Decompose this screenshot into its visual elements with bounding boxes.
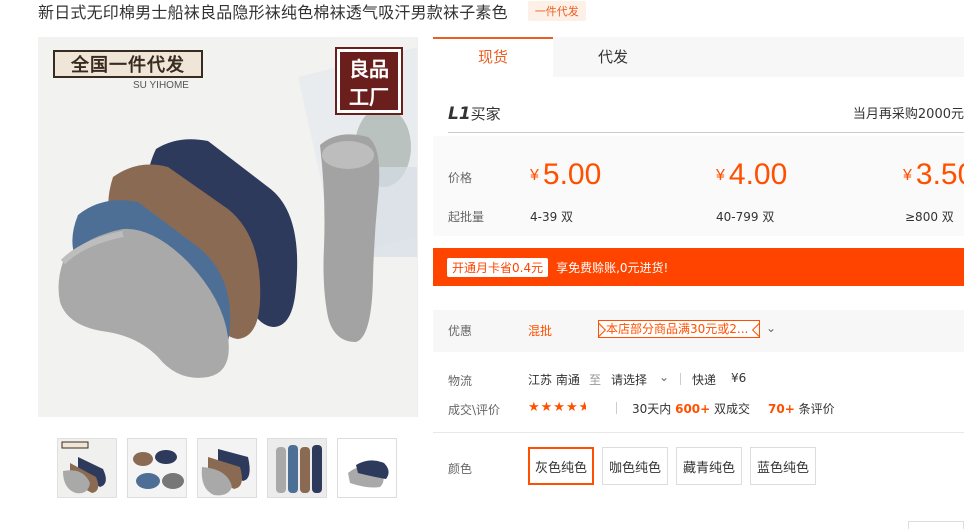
buyer-level-label: 买家 bbox=[470, 105, 501, 123]
thumbnail-image bbox=[268, 439, 326, 497]
dropship-badge: 一件代发 bbox=[527, 1, 586, 21]
thumbnail-image bbox=[338, 439, 396, 497]
thumbnail-image bbox=[58, 439, 116, 497]
review-summary[interactable]: 70+ 条评价 bbox=[768, 400, 835, 417]
open-monthly-card-button[interactable]: 开通月卡省0.4元 bbox=[447, 257, 549, 277]
divider bbox=[448, 132, 964, 133]
logo-line-2: 工厂 bbox=[349, 85, 389, 109]
currency-symbol: ¥ bbox=[903, 167, 912, 184]
thumbnail-2[interactable] bbox=[127, 438, 187, 498]
carrier: 快递 bbox=[692, 373, 717, 387]
factory-logo: 良品 工厂 bbox=[335, 47, 403, 115]
ship-to-word: 至 bbox=[589, 373, 602, 387]
price-value: 5.00 bbox=[542, 158, 602, 191]
sales-summary: 30天内 600+ 双成交 bbox=[632, 400, 750, 417]
buyer-level: L1买家 bbox=[448, 103, 501, 124]
color-option-blue[interactable]: 蓝色纯色 bbox=[750, 447, 816, 485]
buyer-level-code: L1 bbox=[448, 104, 471, 124]
currency-symbol: ¥ bbox=[716, 167, 725, 184]
divider bbox=[433, 432, 964, 433]
thumbnail-image bbox=[198, 439, 256, 497]
color-option-grey[interactable]: 灰色纯色 bbox=[528, 447, 594, 485]
shipping-fee: ¥6 bbox=[731, 371, 747, 385]
review-count: 70+ bbox=[768, 402, 795, 416]
price-value: 3.50 bbox=[915, 158, 964, 191]
sales-unit: 双成交 bbox=[714, 402, 751, 416]
reviews-label: 成交\评价 bbox=[448, 403, 501, 417]
thumbnail-4[interactable] bbox=[267, 438, 327, 498]
price-panel bbox=[433, 136, 964, 236]
membership-promo-bar[interactable]: 开通月卡省0.4元 享免费赊账,0元进货! bbox=[433, 248, 964, 286]
chevron-down-icon[interactable]: ⌄ bbox=[766, 321, 776, 335]
half-star-icon: ★ bbox=[578, 400, 586, 415]
thumbnail-3[interactable] bbox=[197, 438, 257, 498]
thumbnail-5[interactable] bbox=[337, 438, 397, 498]
sales-period: 30天内 bbox=[632, 402, 672, 416]
review-unit: 条评价 bbox=[798, 402, 835, 416]
thumbnail-strip bbox=[57, 438, 397, 498]
qty-range-3: ≥800 双 bbox=[905, 210, 954, 224]
buyer-level-row: L1买家 当月再采购2000元 bbox=[448, 103, 964, 124]
color-option-navy[interactable]: 藏青纯色 bbox=[676, 447, 742, 485]
color-option-brown[interactable]: 咖色纯色 bbox=[602, 447, 668, 485]
tab-dropship[interactable]: 代发 bbox=[553, 37, 673, 77]
main-product-image[interactable]: 全国一件代发 SU YIHOME 良品 工厂 bbox=[38, 37, 418, 417]
thumbnail-1[interactable] bbox=[57, 438, 117, 498]
coupon-tag[interactable]: 本店部分商品满30元或2... bbox=[598, 320, 760, 338]
sales-count: 600+ bbox=[675, 402, 711, 416]
quantity-stepper[interactable] bbox=[908, 521, 964, 529]
promo-text: 享免费赊账,0元进货! bbox=[556, 260, 669, 275]
mode-tabs: 现货 代发 bbox=[433, 37, 964, 77]
brand-label: 全国一件代发 bbox=[53, 50, 203, 78]
price-label: 价格 bbox=[448, 171, 473, 185]
thumbnail-image bbox=[128, 439, 186, 497]
price-value: 4.00 bbox=[728, 158, 788, 191]
logistics-label: 物流 bbox=[448, 374, 473, 388]
tab-spot-goods[interactable]: 现货 bbox=[433, 37, 553, 77]
upgrade-note: 当月再采购2000元 bbox=[852, 107, 964, 122]
divider bbox=[616, 402, 617, 414]
qty-range-1: 4-39 双 bbox=[530, 210, 574, 224]
qty-range-2: 40-799 双 bbox=[716, 210, 775, 224]
ship-from: 江苏 南通 bbox=[528, 373, 580, 387]
brand-sublabel: SU YIHOME bbox=[133, 80, 189, 91]
logo-line-1: 良品 bbox=[349, 57, 389, 81]
price-tier-2: ¥4.00 bbox=[716, 158, 787, 192]
chevron-down-icon[interactable]: ⌄ bbox=[659, 370, 669, 384]
destination-select[interactable]: 请选择 bbox=[611, 371, 647, 388]
title-row: 新日式无印棉男士船袜良品隐形袜纯色棉袜透气吸汗男款袜子素色 一件代发 bbox=[38, 0, 586, 22]
mixed-batch-tag: 混批 bbox=[528, 324, 553, 338]
currency-symbol: ¥ bbox=[530, 167, 539, 184]
star-rating: ★★★★★ bbox=[528, 400, 586, 415]
product-title: 新日式无印棉男士船袜良品隐形袜纯色棉袜透气吸汗男款袜子素色 bbox=[38, 3, 508, 22]
price-tier-1: ¥5.00 bbox=[530, 158, 601, 192]
price-tier-3: ¥3.50 bbox=[903, 158, 964, 192]
min-qty-label: 起批量 bbox=[448, 210, 485, 224]
color-label: 颜色 bbox=[448, 462, 473, 476]
discount-label: 优惠 bbox=[448, 324, 473, 338]
divider bbox=[680, 373, 681, 385]
